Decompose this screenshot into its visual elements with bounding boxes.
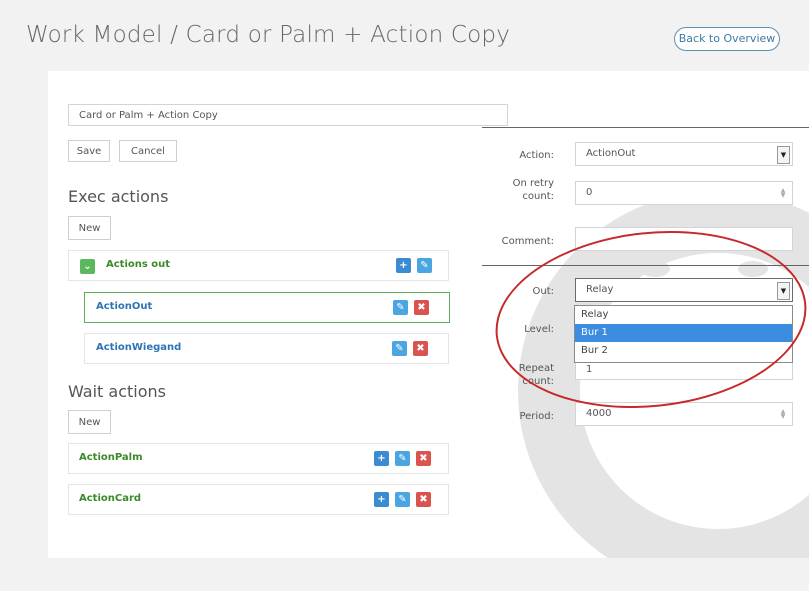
chevron-down-icon[interactable]: ⌄	[80, 259, 95, 274]
wait-actions-title: Wait actions	[68, 382, 166, 401]
edit-icon[interactable]: ✎	[392, 341, 407, 356]
exec-item-label: ActionWiegand	[96, 342, 182, 353]
spinner-icon[interactable]: ▲ ▼	[779, 409, 787, 420]
exec-item-label: ActionOut	[96, 301, 153, 312]
edit-icon[interactable]: ✎	[395, 492, 410, 507]
new-wait-action-button[interactable]: New	[68, 410, 111, 434]
exec-group-label: Actions out	[106, 259, 171, 270]
chevron-down-icon[interactable]: ▼	[777, 146, 790, 164]
retry-count-input[interactable]: 0 ▲ ▼	[575, 181, 793, 205]
exec-item-action-wiegand[interactable]: ActionWiegand ✎ ✖	[84, 333, 449, 364]
action-label: Action:	[519, 150, 554, 161]
comment-label: Comment:	[501, 236, 554, 247]
add-icon[interactable]: +	[374, 451, 389, 466]
add-icon[interactable]: +	[396, 258, 411, 273]
retry-count-label-2: count:	[522, 191, 554, 202]
new-exec-action-button[interactable]: New	[68, 216, 111, 240]
spinner-icon[interactable]: ▲ ▼	[779, 188, 787, 199]
save-button[interactable]: Save	[68, 140, 110, 162]
retry-count-label-1: On retry	[512, 178, 554, 189]
delete-icon[interactable]: ✖	[413, 341, 428, 356]
wait-item-action-palm[interactable]: ActionPalm + ✎ ✖	[68, 443, 449, 474]
action-select[interactable]: ActionOut ▼	[575, 142, 793, 166]
period-label: Period:	[519, 411, 554, 422]
exec-group-row[interactable]: ⌄ Actions out + ✎	[68, 250, 449, 281]
period-value: 4000	[586, 408, 612, 419]
add-icon[interactable]: +	[374, 492, 389, 507]
cancel-button[interactable]: Cancel	[119, 140, 177, 162]
action-select-value: ActionOut	[586, 148, 636, 159]
delete-icon[interactable]: ✖	[414, 300, 429, 315]
retry-count-value: 0	[586, 187, 593, 198]
work-model-name-input[interactable]: Card or Palm + Action Copy	[68, 104, 508, 126]
edit-icon[interactable]: ✎	[395, 451, 410, 466]
edit-icon[interactable]: ✎	[393, 300, 408, 315]
wait-item-label: ActionCard	[79, 493, 142, 504]
edit-icon[interactable]: ✎	[417, 258, 432, 273]
delete-icon[interactable]: ✖	[416, 451, 431, 466]
page-title: Work Model / Card or Palm + Action Copy	[26, 22, 511, 48]
exec-actions-title: Exec actions	[68, 187, 169, 206]
delete-icon[interactable]: ✖	[416, 492, 431, 507]
exec-item-action-out[interactable]: ActionOut ✎ ✖	[84, 292, 450, 323]
wait-item-action-card[interactable]: ActionCard + ✎ ✖	[68, 484, 449, 515]
back-to-overview-button[interactable]: Back to Overview	[674, 27, 780, 51]
wait-item-label: ActionPalm	[79, 452, 143, 463]
divider-line	[482, 127, 809, 128]
